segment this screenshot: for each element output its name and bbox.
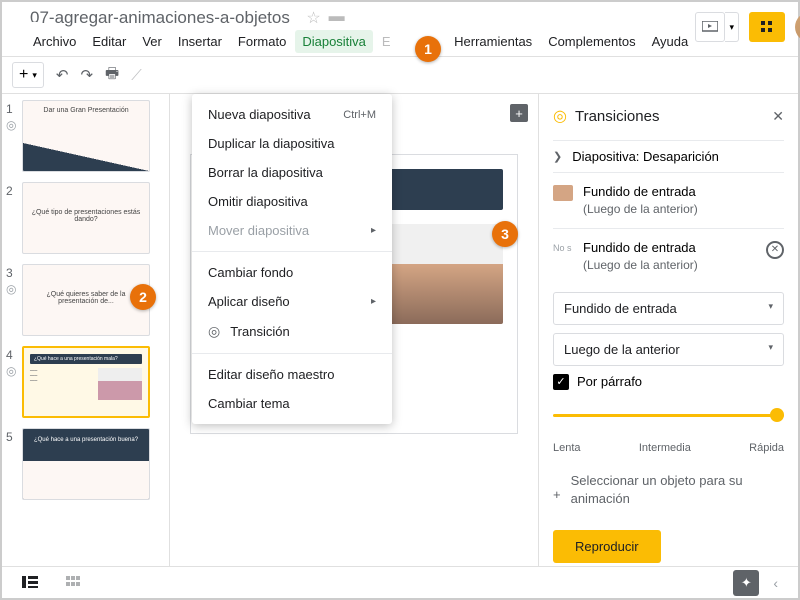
menu-layout[interactable]: Aplicar diseño▸ bbox=[192, 287, 392, 316]
animation-type-select[interactable]: Fundido de entrada ▾ bbox=[553, 292, 784, 325]
transitions-panel: ◎ Transiciones ✕ ❯ Diapositiva: Desaparic… bbox=[538, 94, 798, 566]
slide-number: 3 bbox=[6, 266, 16, 336]
present-button[interactable] bbox=[695, 12, 725, 42]
animation-item-2[interactable]: No s Fundido de entrada (Luego de la ant… bbox=[553, 228, 784, 284]
animation-start-select[interactable]: Luego de la anterior ▾ bbox=[553, 333, 784, 366]
chevron-right-icon: ❯ bbox=[553, 150, 562, 163]
share-button[interactable] bbox=[749, 12, 785, 42]
plus-icon: + bbox=[553, 486, 561, 504]
print-button[interactable]: 🖶 bbox=[105, 63, 119, 88]
grid-view-button[interactable] bbox=[66, 575, 80, 591]
menu-herramientas[interactable]: Herramientas bbox=[447, 30, 539, 53]
add-animation-row[interactable]: + Seleccionar un objeto para su animació… bbox=[553, 466, 784, 514]
doc-title[interactable]: 07-agregar-animaciones-a-objetos bbox=[26, 6, 294, 29]
remove-animation-button[interactable]: ✕ bbox=[766, 241, 784, 259]
slide-number: 4 bbox=[6, 348, 16, 418]
animation-icon: ◎ bbox=[6, 282, 16, 296]
new-slide-button[interactable]: +▾ bbox=[12, 62, 44, 88]
plus-icon: + bbox=[19, 66, 28, 84]
speed-slider[interactable] bbox=[553, 404, 784, 428]
menu-skip[interactable]: Omitir diapositiva bbox=[192, 187, 392, 216]
filmstrip: 1 ◎ Dar una Gran Presentación 2 ¿Qué tip… bbox=[2, 94, 170, 566]
slider-label-slow: Lenta bbox=[553, 442, 581, 454]
slide-number: 2 bbox=[6, 184, 16, 254]
menu-insertar[interactable]: Insertar bbox=[171, 30, 229, 53]
chevron-down-icon: ▾ bbox=[768, 301, 773, 316]
slider-thumb[interactable] bbox=[770, 408, 784, 422]
grid-icon bbox=[760, 20, 774, 34]
anim-thumb-icon bbox=[553, 185, 573, 201]
menu-diapositiva[interactable]: Diapositiva bbox=[295, 30, 373, 53]
menu-move[interactable]: Mover diapositiva▸ bbox=[192, 216, 392, 245]
menu-hidden-e[interactable]: E bbox=[375, 30, 398, 53]
slide-thumb-5[interactable]: ¿Qué hace a una presentación buena? bbox=[22, 428, 150, 500]
menu-background[interactable]: Cambiar fondo bbox=[192, 258, 392, 287]
anim-label: No s bbox=[553, 243, 573, 253]
animation-icon: ◎ bbox=[6, 118, 16, 132]
badge-2: 2 bbox=[130, 284, 156, 310]
undo-button[interactable]: ↶ bbox=[56, 66, 69, 84]
chevron-left-icon[interactable]: ‹ bbox=[773, 575, 778, 591]
by-paragraph-checkbox[interactable]: ✓ Por párrafo bbox=[553, 374, 784, 390]
animation-item-1[interactable]: Fundido de entrada (Luego de la anterior… bbox=[553, 172, 784, 228]
slide-menu: Nueva diapositivaCtrl+M Duplicar la diap… bbox=[192, 94, 392, 424]
transition-icon: ◎ bbox=[208, 323, 220, 340]
filmstrip-view-button[interactable] bbox=[22, 575, 38, 591]
play-button[interactable]: Reproducir bbox=[553, 530, 661, 563]
slide-number: 5 bbox=[6, 430, 16, 500]
paint-format-button[interactable]: ⟋ bbox=[131, 67, 142, 84]
slide-thumb-1[interactable]: Dar una Gran Presentación bbox=[22, 100, 150, 172]
menu-editar[interactable]: Editar bbox=[85, 30, 133, 53]
add-slide-button[interactable]: + bbox=[510, 104, 528, 122]
menu-ver[interactable]: Ver bbox=[135, 30, 169, 53]
menu-ayuda[interactable]: Ayuda bbox=[645, 30, 696, 53]
menu-master[interactable]: Editar diseño maestro bbox=[192, 360, 392, 389]
close-icon[interactable]: ✕ bbox=[772, 108, 784, 125]
badge-1: 1 bbox=[415, 36, 441, 62]
slider-label-medium: Intermedia bbox=[639, 442, 691, 454]
folder-icon[interactable]: ▬ bbox=[329, 8, 345, 28]
explore-button[interactable]: ✦ bbox=[733, 570, 759, 596]
redo-button[interactable]: ↷ bbox=[80, 66, 93, 84]
slide-thumb-2[interactable]: ¿Qué tipo de presentaciones estás dando? bbox=[22, 182, 150, 254]
menu-duplicate[interactable]: Duplicar la diapositiva bbox=[192, 129, 392, 158]
panel-title: Transiciones bbox=[575, 108, 659, 125]
user-avatar[interactable] bbox=[795, 12, 800, 42]
menu-transition[interactable]: ◎Transición bbox=[192, 316, 392, 347]
menu-complementos[interactable]: Complementos bbox=[541, 30, 642, 53]
menu-new-slide[interactable]: Nueva diapositivaCtrl+M bbox=[192, 100, 392, 129]
star-icon[interactable]: ☆ bbox=[306, 8, 320, 28]
transitions-icon: ◎ bbox=[553, 106, 567, 126]
menubar: Archivo Editar Ver Insertar Formato Diap… bbox=[26, 30, 695, 53]
menu-formato[interactable]: Formato bbox=[231, 30, 293, 53]
slide-thumb-4[interactable]: ¿Qué hace a una presentación mala? ━━━━━… bbox=[22, 346, 150, 418]
slider-label-fast: Rápida bbox=[749, 442, 784, 454]
present-icon bbox=[702, 21, 718, 33]
present-dropdown[interactable]: ▾ bbox=[725, 12, 739, 42]
menu-delete[interactable]: Borrar la diapositiva bbox=[192, 158, 392, 187]
checkbox-icon: ✓ bbox=[553, 374, 569, 390]
animation-icon: ◎ bbox=[6, 364, 16, 378]
chevron-down-icon: ▾ bbox=[32, 70, 37, 81]
menu-theme[interactable]: Cambiar tema bbox=[192, 389, 392, 418]
slide-transition-row[interactable]: ❯ Diapositiva: Desaparición bbox=[553, 140, 784, 172]
slide-image[interactable] bbox=[379, 224, 503, 324]
badge-3: 3 bbox=[492, 221, 518, 247]
chevron-down-icon: ▾ bbox=[768, 342, 773, 357]
slide-number: 1 bbox=[6, 102, 16, 172]
